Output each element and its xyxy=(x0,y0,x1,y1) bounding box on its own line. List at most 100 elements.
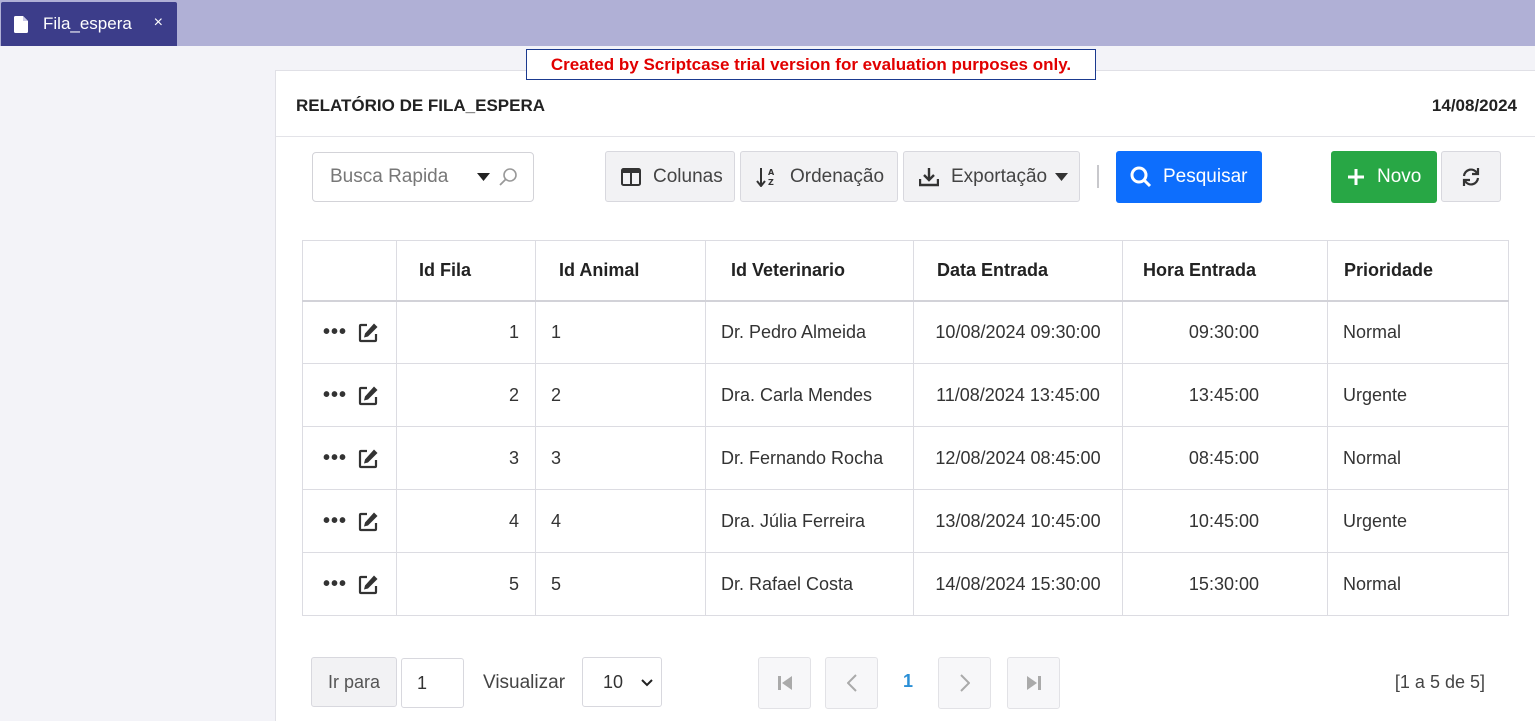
cell-prioridade: Urgente xyxy=(1327,489,1509,553)
cell-hora-entrada: 15:30:00 xyxy=(1122,552,1328,616)
last-page-button[interactable] xyxy=(1007,657,1060,709)
first-page-button[interactable] xyxy=(758,657,811,709)
colunas-label: Colunas xyxy=(653,165,723,187)
cell-id-fila: 1 xyxy=(396,300,536,364)
cell-hora-entrada: 13:45:00 xyxy=(1122,363,1328,427)
novo-label: Novo xyxy=(1377,166,1422,187)
cell-id-animal: 4 xyxy=(535,489,706,553)
sidebar xyxy=(0,46,276,721)
current-page[interactable]: 1 xyxy=(895,671,921,692)
cell-id-veterinario: Dra. Júlia Ferreira xyxy=(705,489,914,553)
cell-hora-entrada: 08:45:00 xyxy=(1122,426,1328,490)
caret-down-icon[interactable] xyxy=(477,173,490,181)
cell-id-veterinario: Dr. Rafael Costa xyxy=(705,552,914,616)
visualizar-label: Visualizar xyxy=(483,672,566,693)
search-icon xyxy=(1130,166,1152,188)
more-options-icon[interactable]: ••• xyxy=(323,511,347,531)
cell-id-animal: 3 xyxy=(535,426,706,490)
prev-page-button[interactable] xyxy=(825,657,878,709)
search-icon[interactable] xyxy=(498,167,518,187)
tab-fila-espera[interactable]: Fila_espera × xyxy=(1,2,177,46)
edit-icon[interactable] xyxy=(358,448,379,469)
edit-icon[interactable] xyxy=(358,574,379,595)
cell-prioridade: Normal xyxy=(1327,426,1509,490)
trial-banner: Created by Scriptcase trial version for … xyxy=(526,49,1096,80)
table-header-row: Id Fila Id Animal Id Veterinario Data En… xyxy=(302,240,1509,302)
report-date: 14/08/2024 xyxy=(1431,96,1517,115)
toolbar-divider xyxy=(1097,165,1099,188)
cell-id-animal: 5 xyxy=(535,552,706,616)
cell-data-entrada: 12/08/2024 08:45:00 xyxy=(913,426,1123,490)
cell-id-animal: 2 xyxy=(535,363,706,427)
cell-prioridade: Normal xyxy=(1327,552,1509,616)
column-header-hora-entrada[interactable]: Hora Entrada xyxy=(1122,240,1328,302)
tab-bar: Fila_espera × xyxy=(0,0,1535,46)
first-page-icon xyxy=(777,676,792,690)
row-actions: ••• xyxy=(302,300,397,364)
more-options-icon[interactable]: ••• xyxy=(323,322,347,342)
plus-icon xyxy=(1348,169,1364,185)
column-header-data-entrada[interactable]: Data Entrada xyxy=(913,240,1123,302)
sort-icon: AZ xyxy=(756,167,775,187)
page-size-select[interactable]: 10 xyxy=(582,657,662,707)
chevron-down-icon xyxy=(641,679,653,687)
edit-icon[interactable] xyxy=(358,385,379,406)
pesquisar-label: Pesquisar xyxy=(1163,166,1248,187)
column-header-id-animal[interactable]: Id Animal xyxy=(535,240,706,302)
download-icon xyxy=(919,167,939,186)
cell-id-fila: 3 xyxy=(396,426,536,490)
page-size-value: 10 xyxy=(603,671,624,692)
colunas-button[interactable]: Colunas xyxy=(605,151,735,202)
actions-header xyxy=(302,240,397,302)
data-table: Id Fila Id Animal Id Veterinario Data En… xyxy=(302,240,1509,616)
svg-text:Z: Z xyxy=(768,178,774,187)
svg-text:A: A xyxy=(768,168,775,177)
cell-data-entrada: 11/08/2024 13:45:00 xyxy=(913,363,1123,427)
quick-search-input[interactable]: Busca Rapida xyxy=(312,152,534,202)
columns-icon xyxy=(621,167,641,186)
edit-icon[interactable] xyxy=(358,322,379,343)
caret-down-icon xyxy=(1055,172,1069,181)
chevron-left-icon xyxy=(846,674,857,692)
cell-id-animal: 1 xyxy=(535,300,706,364)
ir-para-button[interactable]: Ir para xyxy=(311,657,397,707)
cell-id-fila: 4 xyxy=(396,489,536,553)
column-header-prioridade[interactable]: Prioridade xyxy=(1327,240,1509,302)
table-row: ••• 5 5 Dr. Rafael Costa 14/08/2024 15:30:00… xyxy=(302,552,1509,616)
more-options-icon[interactable]: ••• xyxy=(323,385,347,405)
row-actions: ••• xyxy=(302,489,397,553)
more-options-icon[interactable]: ••• xyxy=(323,574,347,594)
column-header-id-fila[interactable]: Id Fila xyxy=(396,240,536,302)
cell-data-entrada: 14/08/2024 15:30:00 xyxy=(913,552,1123,616)
ordenacao-button[interactable]: AZ Ordenação xyxy=(740,151,898,202)
edit-icon[interactable] xyxy=(358,511,379,532)
refresh-icon xyxy=(1462,167,1480,186)
page-input[interactable]: 1 xyxy=(401,658,464,708)
table-row: ••• 3 3 Dr. Fernando Rocha 12/08/2024 08:45:… xyxy=(302,426,1509,490)
last-page-icon xyxy=(1026,676,1041,690)
row-actions: ••• xyxy=(302,426,397,490)
refresh-button[interactable] xyxy=(1441,151,1501,202)
ordenacao-label: Ordenação xyxy=(790,165,885,187)
cell-id-fila: 2 xyxy=(396,363,536,427)
novo-button[interactable]: Novo xyxy=(1331,151,1437,203)
table-row: ••• 4 4 Dra. Júlia Ferreira 13/08/2024 10:45… xyxy=(302,489,1509,553)
cell-id-veterinario: Dr. Fernando Rocha xyxy=(705,426,914,490)
pagination-summary: [1 a 5 de 5] xyxy=(1394,672,1485,692)
cell-data-entrada: 10/08/2024 09:30:00 xyxy=(913,300,1123,364)
search-placeholder: Busca Rapida xyxy=(330,166,449,187)
cell-id-veterinario: Dra. Carla Mendes xyxy=(705,363,914,427)
close-icon[interactable]: × xyxy=(154,14,163,32)
report-header: RELATÓRIO DE FILA_ESPERA 14/08/2024 xyxy=(276,71,1535,137)
pesquisar-button[interactable]: Pesquisar xyxy=(1116,151,1262,203)
next-page-button[interactable] xyxy=(938,657,991,709)
chevron-right-icon xyxy=(959,674,970,692)
table-row: ••• 2 2 Dra. Carla Mendes 11/08/2024 13:45:0… xyxy=(302,363,1509,427)
more-options-icon[interactable]: ••• xyxy=(323,448,347,468)
exportacao-label: Exportação xyxy=(951,165,1048,187)
cell-prioridade: Normal xyxy=(1327,300,1509,364)
column-header-id-veterinario[interactable]: Id Veterinario xyxy=(705,240,914,302)
exportacao-button[interactable]: Exportação xyxy=(903,151,1080,202)
document-icon xyxy=(14,15,28,33)
row-actions: ••• xyxy=(302,363,397,427)
